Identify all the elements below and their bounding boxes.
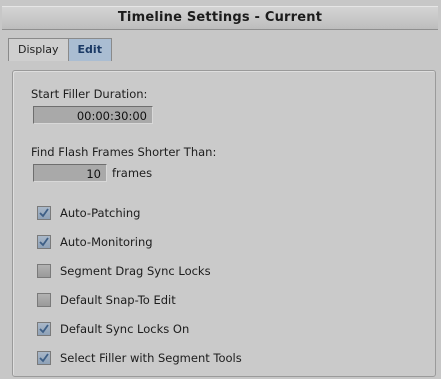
checkbox-checked-icon[interactable] <box>37 235 51 249</box>
tab-display[interactable]: Display <box>8 38 68 61</box>
flash-frames-label: Find Flash Frames Shorter Than: <box>31 145 217 159</box>
checkbox-checked-icon[interactable] <box>37 351 51 365</box>
checkbox-checked-icon[interactable] <box>37 322 51 336</box>
option-label: Select Filler with Segment Tools <box>60 351 242 365</box>
tab-edit[interactable]: Edit <box>67 38 112 61</box>
option-label: Default Snap-To Edit <box>60 293 176 307</box>
option-auto-patching[interactable]: Auto-Patching <box>37 204 140 222</box>
edit-settings-panel: Start Filler Duration: 00:00:30:00 Find … <box>12 70 436 377</box>
option-default-snap-to-edit[interactable]: Default Snap-To Edit <box>37 291 176 309</box>
option-label: Auto-Patching <box>60 206 141 220</box>
checkbox-unchecked-icon[interactable] <box>37 293 51 307</box>
option-label: Auto-Monitoring <box>60 235 153 249</box>
option-default-sync-locks-on[interactable]: Default Sync Locks On <box>37 320 189 338</box>
option-auto-monitoring[interactable]: Auto-Monitoring <box>37 233 153 251</box>
option-segment-drag-sync-locks[interactable]: Segment Drag Sync Locks <box>37 262 211 280</box>
tab-bar: Display Edit <box>8 38 112 62</box>
start-filler-input[interactable]: 00:00:30:00 <box>33 106 153 124</box>
start-filler-label: Start Filler Duration: <box>31 87 148 101</box>
window-title: Timeline Settings - Current <box>2 6 438 30</box>
flash-frames-unit: frames <box>112 166 153 180</box>
checkbox-unchecked-icon[interactable] <box>37 264 51 278</box>
option-select-filler-with-segment-tools[interactable]: Select Filler with Segment Tools <box>37 349 242 367</box>
flash-frames-input[interactable]: 10 <box>33 164 107 182</box>
option-label: Segment Drag Sync Locks <box>60 264 211 278</box>
option-label: Default Sync Locks On <box>60 322 190 336</box>
timeline-settings-window: Timeline Settings - Current Display Edit… <box>0 0 441 379</box>
checkbox-checked-icon[interactable] <box>37 206 51 220</box>
